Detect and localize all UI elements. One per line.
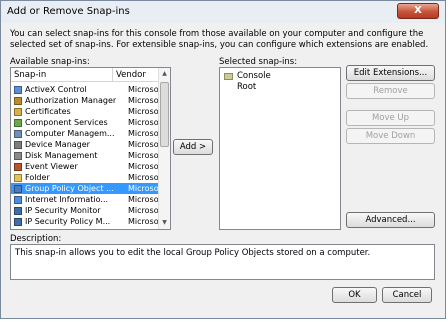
list-item[interactable]: Internet Informatio...Microsoft Cor...: [11, 194, 168, 205]
cancel-button[interactable]: Cancel: [382, 287, 432, 303]
scroll-down-arrow-icon[interactable]: ▼: [159, 217, 170, 229]
close-button[interactable]: X: [397, 3, 439, 19]
snapin-name: Internet Informatio...: [25, 195, 109, 204]
folder-icon: [224, 73, 233, 80]
dialog-window: Add or Remove Snap-ins X You can select …: [0, 0, 446, 319]
snapin-name: Group Policy Object ...: [25, 184, 114, 193]
list-item[interactable]: Group Policy Object ...Microsoft Cor...: [11, 183, 168, 194]
device-icon: [14, 141, 22, 149]
snapin-name: Component Services: [25, 118, 108, 127]
available-snapins-list[interactable]: Snap-in Vendor ActiveX Control Microsoft …: [10, 67, 171, 230]
description-label: Description:: [10, 234, 62, 244]
list-item[interactable]: Disk ManagementMicrosoft and...: [11, 150, 168, 161]
list-item[interactable]: ActiveX ControlMicrosoft Cor...: [11, 84, 168, 95]
advanced-button[interactable]: Advanced...: [346, 212, 435, 228]
component-icon: [14, 119, 22, 127]
selected-snapins-list[interactable]: Console Root: [219, 67, 341, 230]
scroll-thumb[interactable]: [160, 82, 169, 147]
snapin-name: Device Manager: [25, 140, 90, 149]
policy-icon: [14, 185, 22, 193]
snapin-name: IP Security Policy M...: [25, 217, 111, 226]
selected-snapins-label: Selected snap-ins:: [219, 57, 298, 67]
list-item[interactable]: FolderMicrosoft Cor...: [11, 172, 168, 183]
snapin-name: Disk Management: [25, 151, 98, 160]
title-bar: Add or Remove Snap-ins X: [1, 1, 445, 23]
list-item[interactable]: IP Security MonitorMicrosoft Cor...: [11, 205, 168, 216]
ipsec-monitor-icon: [14, 207, 22, 215]
snapin-name: IP Security Monitor: [25, 206, 101, 215]
snapin-name: Event Viewer: [25, 162, 78, 171]
list-item[interactable]: Component ServicesMicrosoft Cor...: [11, 117, 168, 128]
snapin-name: Folder: [25, 173, 50, 182]
certificate-icon: [14, 108, 22, 116]
intro-text: You can select snap-ins for this console…: [10, 29, 429, 50]
tree-item-label: Console Root: [237, 71, 271, 92]
disk-icon: [14, 152, 22, 160]
snapin-name: Certificates: [25, 107, 71, 116]
list-item[interactable]: Authorization ManagerMicrosoft Cor...: [11, 95, 168, 106]
list-item[interactable]: IP Security Policy M...Microsoft Cor...: [11, 216, 168, 227]
description-text: This snap-in allows you to edit the loca…: [15, 248, 371, 258]
list-item[interactable]: Event ViewerMicrosoft Cor...: [11, 161, 168, 172]
list-item[interactable]: Computer Managem...Microsoft Cor...: [11, 128, 168, 139]
event-icon: [14, 163, 22, 171]
add-button[interactable]: Add >: [173, 139, 213, 155]
move-down-button[interactable]: Move Down: [346, 128, 435, 144]
column-header-vendor[interactable]: Vendor: [113, 68, 160, 82]
ok-button[interactable]: OK: [332, 287, 377, 303]
edit-extensions-button[interactable]: Edit Extensions...: [346, 65, 435, 81]
description-box: This snap-in allows you to edit the loca…: [10, 244, 435, 280]
scroll-up-arrow-icon[interactable]: ▲: [159, 68, 170, 80]
move-up-button[interactable]: Move Up: [346, 110, 435, 126]
column-header-snapin[interactable]: Snap-in: [11, 68, 113, 82]
authorization-icon: [14, 97, 22, 105]
activex-icon: [14, 86, 22, 94]
snapin-name: Computer Managem...: [25, 129, 115, 138]
folder-icon: [14, 174, 22, 182]
snapin-name: Authorization Manager: [25, 96, 117, 105]
computer-icon: [14, 130, 22, 138]
list-scrollbar[interactable]: ▲ ▼: [158, 68, 170, 229]
remove-button[interactable]: Remove: [346, 83, 435, 99]
window-title: Add or Remove Snap-ins: [7, 6, 130, 17]
snapin-name: ActiveX Control: [25, 85, 87, 94]
ipsec-policy-icon: [14, 218, 22, 226]
available-snapins-label: Available snap-ins:: [10, 57, 90, 67]
list-item[interactable]: Device ManagerMicrosoft Cor...: [11, 139, 168, 150]
iis-icon: [14, 196, 22, 204]
list-item[interactable]: CertificatesMicrosoft Cor...: [11, 106, 168, 117]
